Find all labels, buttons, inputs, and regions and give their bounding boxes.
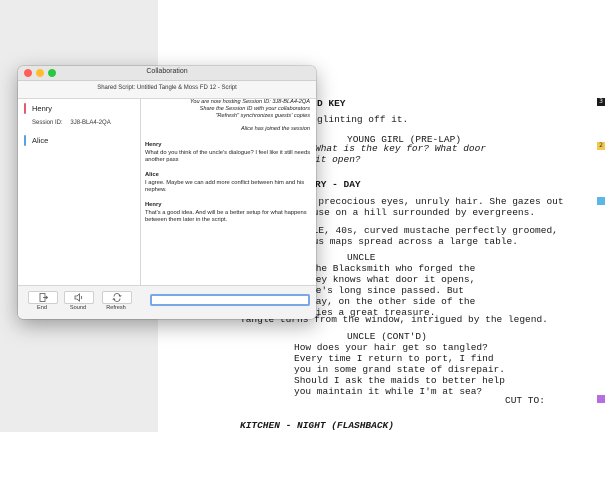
scene-heading: RY - DAY <box>315 179 361 190</box>
message-author: Henry <box>145 202 162 208</box>
dialogue-line: key knows what door it opens, <box>310 274 476 285</box>
session-id-label: Session ID: <box>32 120 63 126</box>
dialogue-line: it open? <box>315 154 361 165</box>
end-button-label: End <box>37 305 47 311</box>
action-line: ous maps spread across a large table. <box>307 236 518 247</box>
character-name: UNCLE (CONT'D) <box>347 331 427 342</box>
scene-marker-purple[interactable] <box>597 395 605 403</box>
action-line: CLE, 40s, curved mustache perfectly groo… <box>307 225 558 236</box>
message-text: What do you think of the uncle's dialogu… <box>145 149 311 164</box>
refresh-button-label: Refresh <box>106 305 126 311</box>
system-message: You are now hosting Session ID: 3J8-BLA4… <box>189 99 310 105</box>
collaboration-window: Collaboration Shared Script: Untitled Ta… <box>18 66 316 319</box>
session-id-value: 3J8-BLA4-2QA <box>70 120 111 126</box>
action-line: glinting off it. <box>317 114 409 125</box>
participants-list: Henry Session ID: 3J8-BLA4-2QA Alice <box>18 99 141 285</box>
refresh-button[interactable] <box>102 291 132 304</box>
scene-heading: D KEY <box>317 98 346 109</box>
system-message: Alice has joined the session <box>240 126 310 132</box>
dialogue-line: you in some grand state of disrepair. <box>294 364 505 375</box>
system-message: "Refresh" synchronizes guests' copies <box>215 113 310 119</box>
scene-heading: KITCHEN - NIGHT (FLASHBACK) <box>240 420 394 431</box>
participant-name: Alice <box>32 136 49 145</box>
system-message: Share the Session ID with your collabora… <box>199 106 310 112</box>
dialogue-line: Should I ask the maids to better help <box>294 375 505 386</box>
dialogue-line: What is the key for? What door <box>315 143 487 154</box>
scene-marker-yellow[interactable]: 2 <box>597 142 605 150</box>
scene-marker-blue[interactable] <box>597 197 605 205</box>
action-line: ouse on a hill surrounded by evergreens. <box>307 207 536 218</box>
end-button[interactable] <box>28 291 58 304</box>
chat-message: Alice I agree. Maybe we can add more con… <box>145 172 311 195</box>
participant-name: Henry <box>32 104 53 113</box>
dialogue-line: the Blacksmith who forged the <box>310 263 476 274</box>
dialogue-line: he's long since passed. But <box>310 285 464 296</box>
shared-script-title: Shared Script: Untitled Tangle & Moss FD… <box>97 85 237 91</box>
user-color-marker <box>24 103 26 114</box>
chat-message: Henry What do you think of the uncle's d… <box>145 142 311 165</box>
dialogue-line: Every time I return to port, I find <box>294 353 494 364</box>
sound-button-label: Sound <box>69 305 87 311</box>
sound-button[interactable] <box>64 291 94 304</box>
chat-log[interactable]: You are now hosting Session ID: 3J8-BLA4… <box>141 99 316 285</box>
dialogue-line: you maintain it while I'm at sea? <box>294 386 483 397</box>
dialogue-line: How does your hair get so tangled? <box>294 342 488 353</box>
message-text: That's a good idea. And will be a better… <box>145 209 307 224</box>
chat-input[interactable] <box>150 294 310 306</box>
action-line: , precocious eyes, unruly hair. She gaze… <box>307 196 564 207</box>
session-id-text: Session ID: 3J8-BLA4-2QA <box>32 120 111 126</box>
end-session-icon <box>39 293 48 302</box>
window-title: Collaboration <box>146 68 188 75</box>
transition: CUT TO: <box>505 395 545 406</box>
refresh-icon <box>112 293 122 302</box>
window-titlebar: Collaboration <box>18 66 316 81</box>
speaker-icon <box>74 293 83 302</box>
shared-script-bar: Shared Script: Untitled Tangle & Moss FD… <box>18 81 316 99</box>
window-footer: End Sound Refresh <box>18 285 316 319</box>
user-color-marker <box>24 135 26 146</box>
message-author: Henry <box>145 142 162 148</box>
scene-marker-black[interactable]: 3 <box>597 98 605 106</box>
dialogue-line: say, on the other side of the <box>310 296 476 307</box>
message-text: I agree. Maybe we can add more conflict … <box>145 179 305 194</box>
character-name: UNCLE <box>347 252 376 263</box>
message-author: Alice <box>145 172 159 178</box>
chat-message: Henry That's a good idea. And will be a … <box>145 202 311 225</box>
